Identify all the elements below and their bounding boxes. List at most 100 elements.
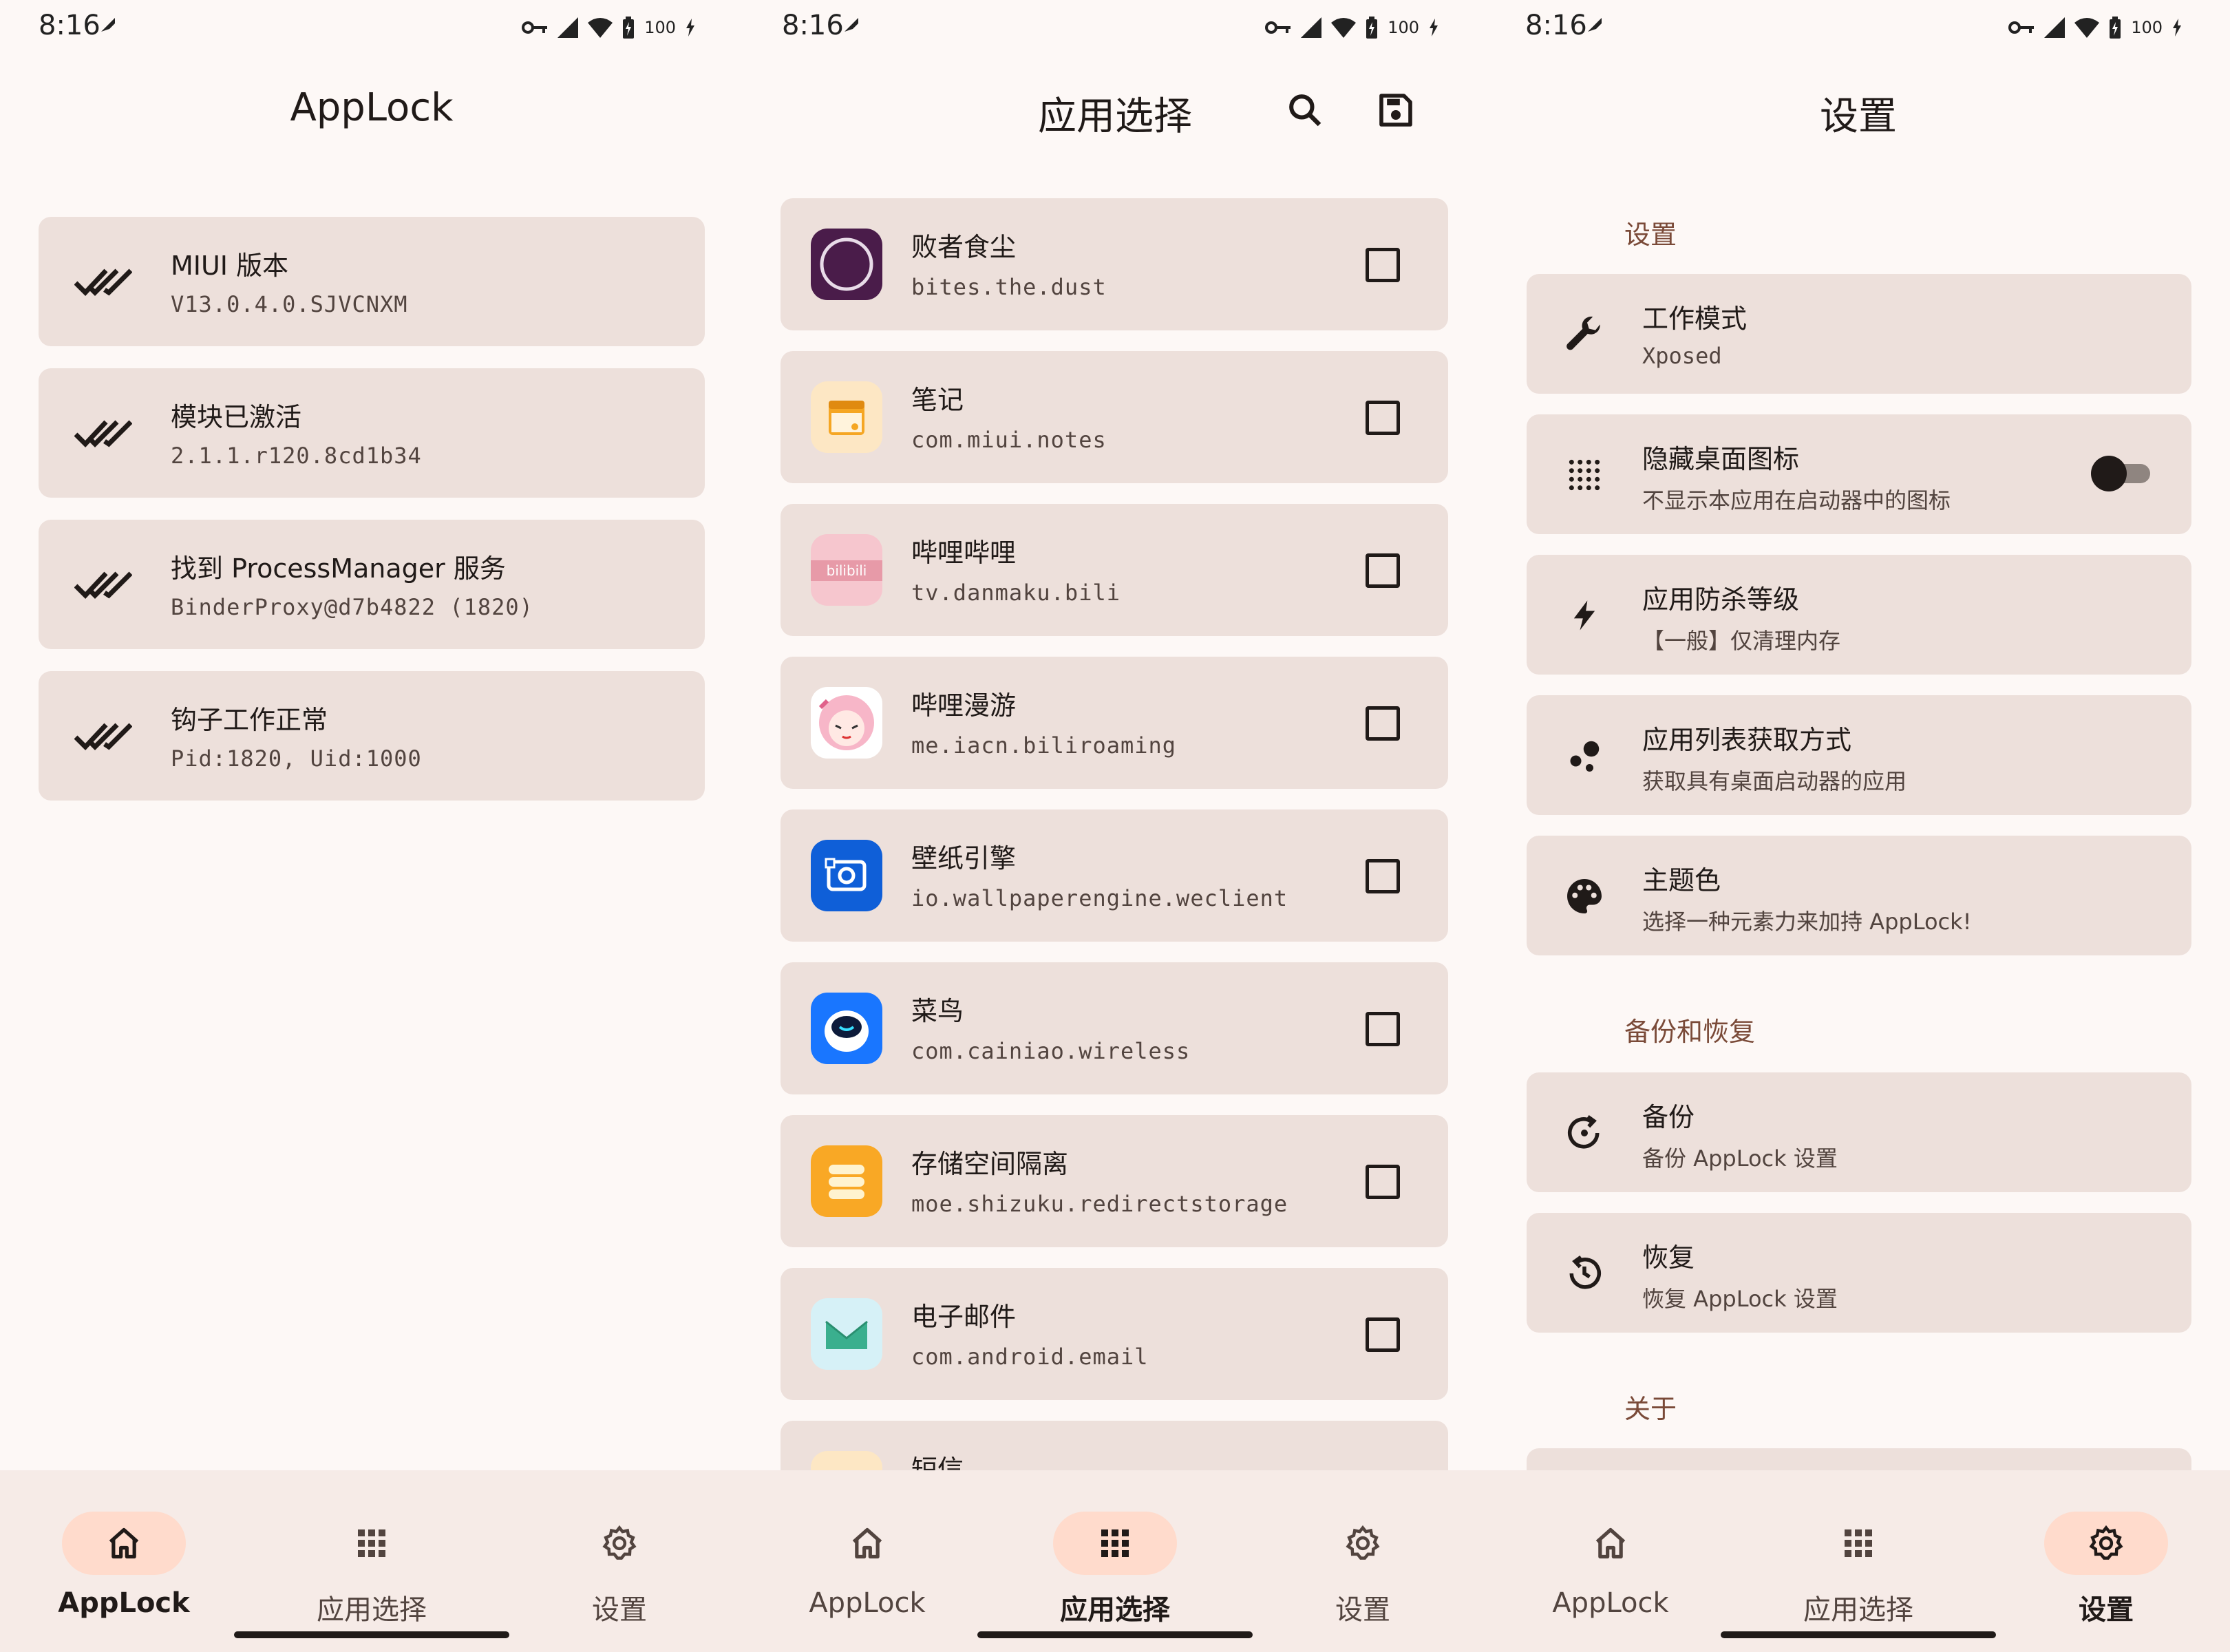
nav-label: 设置 (1335, 1594, 1390, 1626)
setting-title: 主题色 (1642, 865, 1721, 896)
status-bar: 8:16 100 (0, 0, 743, 55)
nav-item-home[interactable]: AppLock (41, 1491, 206, 1619)
page-title: AppLock (290, 85, 454, 130)
select-checkbox[interactable] (1366, 553, 1400, 588)
app-list[interactable]: 败者食尘 bites.the.dust 笔记 com.miui.notes bi… (743, 186, 1487, 1470)
card-title: MIUI 版本 (171, 251, 289, 281)
nav-item-apps[interactable]: 应用选择 (1032, 1491, 1198, 1626)
done-all-icon (74, 571, 132, 600)
app-name: 短信 (911, 1454, 964, 1470)
save-icon (1379, 94, 1412, 127)
charging-icon (1430, 19, 1438, 36)
nav-item-settings[interactable]: 设置 (2024, 1491, 2189, 1626)
app-row[interactable]: 哔哩漫游 me.iacn.biliroaming (780, 657, 1448, 789)
settings-screen: 8:16 100 设置 设置 工作模式 Xposed 隐藏桌面图标 不显示本应用… (1487, 0, 2230, 1652)
search-button[interactable] (1279, 84, 1331, 136)
gesture-bar[interactable] (1721, 1631, 1996, 1638)
app-package: com.android.email (911, 1344, 1149, 1370)
card-title: 钩子工作正常 (171, 705, 328, 735)
nav-label: 设置 (2079, 1594, 2134, 1626)
nav-item-settings[interactable]: 设置 (537, 1491, 702, 1626)
bottom-navigation: AppLock 应用选择 设置 (743, 1470, 1487, 1652)
setting-app-list-method[interactable]: 应用列表获取方式 获取具有桌面启动器的应用 (1527, 695, 2191, 815)
svg-text:bilibili: bilibili (827, 562, 867, 579)
app-row[interactable]: 存储空间隔离 moe.shizuku.redirectstorage (780, 1115, 1448, 1247)
setting-restore[interactable]: 恢复 恢复 AppLock 设置 (1527, 1213, 2191, 1333)
select-checkbox[interactable] (1366, 1317, 1400, 1352)
setting-subtitle: 恢复 AppLock 设置 (1642, 1286, 1838, 1312)
palette-icon (1567, 879, 1602, 913)
status-bar: 8:16 100 (743, 0, 1487, 55)
restore-icon (1569, 1256, 1601, 1289)
bilibili-icon: bilibili (811, 534, 882, 606)
app-package: tv.danmaku.bili (911, 580, 1121, 606)
app-package: moe.shizuku.redirectstorage (911, 1191, 1288, 1217)
apps-grid-icon (1845, 1529, 1872, 1557)
done-all-icon (74, 420, 132, 448)
setting-hide-launcher-icon[interactable]: 隐藏桌面图标 不显示本应用在启动器中的图标 (1527, 414, 2191, 534)
battery-level: 100 (1388, 18, 1419, 37)
app-package: me.iacn.biliroaming (911, 732, 1177, 759)
apps-grid-icon (358, 1529, 385, 1557)
setting-kill-protection-level[interactable]: 应用防杀等级 【一般】仅清理内存 (1527, 555, 2191, 675)
gesture-bar[interactable] (977, 1631, 1253, 1638)
app-name: 哔哩哔哩 (911, 538, 1017, 568)
nav-label: 应用选择 (1060, 1594, 1170, 1626)
status-time: 8:16 (39, 10, 100, 41)
charging-icon (2173, 19, 2181, 36)
app-row[interactable]: 电子邮件 com.android.email (780, 1268, 1448, 1400)
save-button[interactable] (1370, 84, 1422, 136)
nav-item-home[interactable]: AppLock (785, 1491, 950, 1619)
app-name: 败者食尘 (911, 232, 1017, 262)
app-row[interactable]: 败者食尘 bites.the.dust (780, 198, 1448, 330)
setting-work-mode[interactable]: 工作模式 Xposed (1527, 274, 2191, 394)
app-package: com.cainiao.wireless (911, 1038, 1191, 1064)
backup-icon (1568, 1115, 1600, 1149)
nav-item-settings[interactable]: 设置 (1280, 1491, 1445, 1626)
app-row[interactable]: bilibili 哔哩哔哩 tv.danmaku.bili (780, 504, 1448, 636)
bites-the-dust-icon (811, 229, 882, 300)
app-row[interactable]: 笔记 com.miui.notes (780, 351, 1448, 483)
setting-title: 隐藏桌面图标 (1642, 444, 1800, 474)
vibrate-icon (845, 18, 858, 32)
hide-icon-toggle[interactable] (2091, 456, 2150, 491)
app-package: com.miui.notes (911, 427, 1107, 453)
section-header-settings: 设置 (1624, 220, 1677, 250)
nav-item-home[interactable]: AppLock (1528, 1491, 1693, 1619)
nav-item-apps[interactable]: 应用选择 (1776, 1491, 1941, 1626)
select-checkbox[interactable] (1366, 706, 1400, 741)
select-checkbox[interactable] (1366, 859, 1400, 893)
done-all-icon (74, 723, 132, 751)
section-header-about: 关于 (1624, 1394, 1677, 1424)
app-name: 菜鸟 (911, 996, 964, 1026)
setting-backup[interactable]: 备份 备份 AppLock 设置 (1527, 1072, 2191, 1192)
select-checkbox[interactable] (1366, 401, 1400, 435)
app-row[interactable]: 短信 (780, 1421, 1448, 1470)
app-row[interactable]: 菜鸟 com.cainiao.wireless (780, 962, 1448, 1094)
setting-subtitle: 备份 AppLock 设置 (1642, 1145, 1838, 1172)
wifi-icon (1331, 18, 1357, 38)
card-subtitle: 2.1.1.r120.8cd1b34 (171, 443, 422, 469)
gear-icon (1346, 1525, 1380, 1560)
setting-subtitle: Xposed (1642, 343, 1722, 369)
nav-item-apps[interactable]: 应用选择 (289, 1491, 454, 1626)
setting-subtitle: 获取具有桌面启动器的应用 (1642, 768, 1907, 794)
bubbles-icon (1570, 741, 1600, 772)
app-row[interactable]: 壁纸引擎 io.wallpaperengine.weclient (780, 809, 1448, 942)
select-checkbox[interactable] (1366, 248, 1400, 282)
nav-label: AppLock (58, 1587, 190, 1619)
wallpaper-engine-icon (811, 840, 882, 911)
gesture-bar[interactable] (234, 1631, 509, 1638)
select-checkbox[interactable] (1366, 1165, 1400, 1199)
sms-icon (811, 1451, 882, 1470)
select-checkbox[interactable] (1366, 1012, 1400, 1046)
bottom-navigation: AppLock 应用选择 设置 (1487, 1470, 2230, 1652)
notes-icon (811, 381, 882, 453)
bottom-navigation: AppLock 应用选择 设置 (0, 1470, 743, 1652)
app-select-screen: 8:16 100 应用选择 败者食尘 bites.the.dust 笔记 com… (743, 0, 1487, 1652)
setting-subtitle: 【一般】仅清理内存 (1642, 628, 1841, 654)
status-bar: 8:16 100 (1487, 0, 2230, 55)
setting-theme-color[interactable]: 主题色 选择一种元素力来加持 AppLock! (1527, 836, 2191, 955)
status-time: 8:16 (782, 10, 844, 41)
bolt-icon (1573, 600, 1595, 631)
